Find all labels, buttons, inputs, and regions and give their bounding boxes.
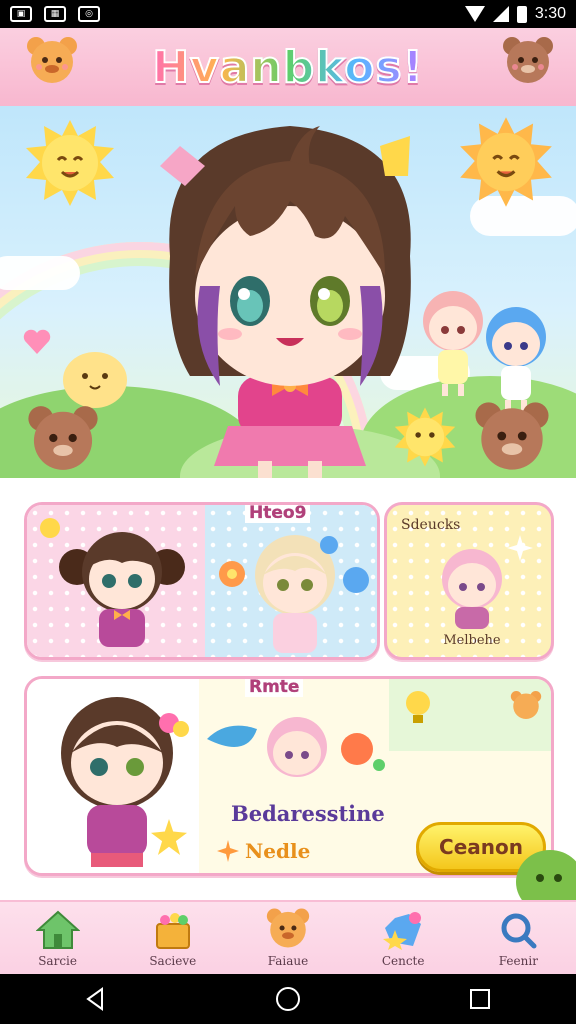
mini-card[interactable]: [389, 679, 551, 751]
heart-icon: [23, 329, 51, 354]
calendar-icon: ▦: [44, 6, 66, 22]
home-circle-icon: [276, 987, 300, 1011]
back-button[interactable]: [76, 979, 116, 1019]
nav-item-shop[interactable]: Sacieve: [128, 910, 218, 968]
pigtail-girl-character: [59, 532, 185, 647]
character-card[interactable]: [205, 505, 377, 657]
chat-icon: ◎: [78, 6, 100, 22]
nav-item-friends[interactable]: Faiaue: [243, 906, 333, 968]
house-icon: [35, 910, 80, 949]
magnifier-icon: [501, 913, 537, 949]
clock: 3:30: [534, 5, 566, 22]
bottom-nav: Sarcie Sacieve Faiaue Cencte Feenir: [0, 900, 576, 974]
status-bar: ▣ ▦ ◎ 3:30: [0, 0, 576, 28]
side-panel-title: Sdeucks: [401, 517, 461, 533]
system-nav-bar: [0, 974, 576, 1024]
side-panel-caption: Melbehe: [443, 633, 501, 648]
activity-tag-label: Nedle: [245, 839, 311, 863]
blonde-girl-character: [255, 535, 338, 653]
nav-label: Faiaue: [267, 954, 309, 968]
featured-panel-label: Hteo9: [245, 505, 311, 523]
back-icon: [86, 987, 103, 1011]
lightbulb-icon: [406, 691, 430, 723]
app-title: Hvanbkos!: [151, 41, 424, 94]
activity-panel-label: Rmte: [245, 679, 304, 697]
wifi-icon: [464, 6, 485, 22]
bear-sticker-icon: [510, 691, 542, 719]
bear-icon: [266, 908, 310, 948]
signal-icon: [492, 6, 509, 22]
recents-icon: [470, 989, 490, 1009]
side-panel[interactable]: Sdeucks Melbehe: [384, 502, 554, 660]
basket-icon: [155, 913, 190, 949]
activity-illustration: [207, 717, 385, 777]
nav-label: Feenir: [498, 954, 538, 968]
nav-item-home[interactable]: Sarcie: [13, 910, 103, 968]
home-button[interactable]: [268, 979, 308, 1019]
cloud: [0, 256, 80, 290]
yellow-mascot: [63, 352, 127, 408]
pink-hair-girl-character: [442, 549, 502, 629]
bear-left-icon: [27, 37, 77, 83]
hero-banner[interactable]: [0, 106, 576, 478]
sparkle-icon: [217, 840, 239, 862]
character-card[interactable]: [27, 505, 205, 657]
battery-icon: [516, 5, 527, 23]
app-header: Hvanbkos!: [0, 28, 576, 106]
activity-description: Bedaresstine: [231, 801, 385, 826]
featured-panel[interactable]: Hteo9: [24, 502, 380, 660]
nav-item-search[interactable]: Feenir: [473, 910, 563, 968]
sun-mascot: [394, 407, 456, 467]
balloon-icon: [40, 518, 60, 538]
nav-item-collection[interactable]: Cencte: [358, 910, 448, 968]
character-card[interactable]: [27, 679, 199, 873]
flower-icon: [219, 561, 245, 587]
sun-icon: [460, 117, 552, 207]
brown-bear-mascot: [475, 402, 549, 470]
cloud-sticker-icon: [343, 567, 369, 593]
recents-button[interactable]: [460, 979, 500, 1019]
bear-right-icon: [503, 37, 553, 83]
nav-label: Sarcie: [38, 954, 77, 968]
image-icon: ▣: [10, 6, 32, 22]
nav-label: Sacieve: [149, 954, 197, 968]
nav-label: Cencte: [381, 954, 425, 968]
blue-hair-character: [486, 307, 546, 412]
brown-bear-mascot: [28, 406, 98, 470]
activity-tag[interactable]: Nedle: [217, 839, 310, 863]
sun-icon: [26, 120, 114, 206]
star-icon: [151, 819, 187, 855]
gem-star-icon: [383, 912, 422, 950]
sparkle-icon: [507, 535, 533, 561]
